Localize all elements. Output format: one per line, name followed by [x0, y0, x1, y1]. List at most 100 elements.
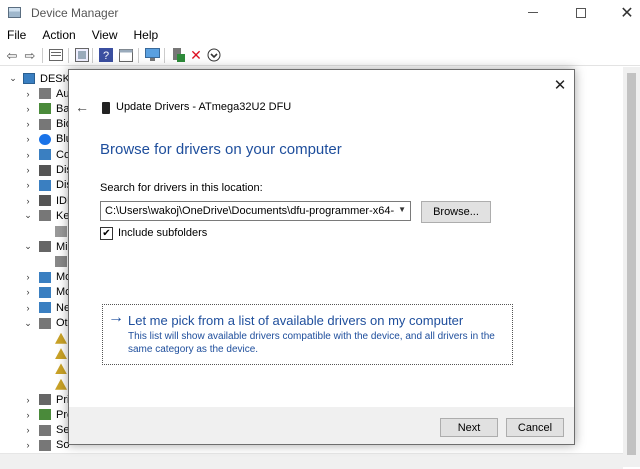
chevron-right-icon[interactable]: ›: [23, 300, 33, 315]
pick-driver-link[interactable]: → Let me pick from a list of available d…: [102, 304, 513, 365]
battery-icon: [39, 103, 51, 115]
chevron-right-icon[interactable]: ›: [23, 117, 33, 132]
close-icon: ✕: [553, 77, 567, 94]
tree-item-label: Mi: [56, 240, 68, 253]
svg-text:?: ?: [103, 50, 109, 62]
chevron-right-icon[interactable]: ›: [23, 438, 33, 453]
processor-icon: [39, 409, 51, 421]
chevron-right-icon[interactable]: ›: [23, 86, 33, 101]
scrollbar-thumb[interactable]: [627, 73, 636, 455]
close-window-button[interactable]: ✕: [604, 0, 640, 25]
show-hidden-icon[interactable]: [74, 47, 90, 63]
dialog-close-button[interactable]: ✕: [551, 76, 569, 94]
toolbar-separator: [92, 48, 93, 63]
dialog-heading: Browse for drivers on your computer: [100, 141, 342, 158]
disable-icon[interactable]: [206, 47, 222, 63]
other-devices-icon: [39, 317, 51, 329]
dialog-title: Update Drivers - ATmega32U2 DFU: [116, 101, 292, 113]
chevron-right-icon[interactable]: ›: [23, 132, 33, 147]
search-location-label: Search for drivers in this location:: [100, 182, 263, 194]
toolbar: ⇦ ⇨ ? ✕: [0, 44, 640, 66]
warning-device-icon: [55, 378, 67, 390]
software-icon: [39, 439, 51, 451]
vertical-scrollbar[interactable]: [623, 67, 640, 467]
checkmark-icon: ✔: [102, 227, 111, 239]
back-arrow-button[interactable]: ←: [74, 99, 90, 115]
include-subfolders-label[interactable]: Include subfolders: [118, 227, 207, 239]
toolbar-separator: [68, 48, 69, 63]
warning-device-icon: [55, 332, 67, 344]
monitor-icon: [39, 286, 51, 298]
computer-icon: [23, 73, 35, 84]
usb-device-icon: [102, 102, 110, 114]
chevron-right-icon[interactable]: ›: [23, 392, 33, 407]
menu-help[interactable]: Help: [126, 28, 167, 42]
maximize-icon: [576, 7, 586, 18]
biometric-icon: [39, 118, 51, 130]
ide-icon: [39, 195, 51, 207]
driver-path-combobox[interactable]: C:\Users\wakoj\OneDrive\Documents\dfu-pr…: [100, 201, 411, 221]
update-drivers-dialog: ✕ ← Update Drivers - ATmega32U2 DFU Brow…: [68, 69, 575, 445]
chevron-right-icon[interactable]: ›: [23, 178, 33, 193]
print-queue-icon: [39, 394, 51, 405]
enable-device-icon[interactable]: [170, 47, 186, 63]
cancel-button[interactable]: Cancel: [506, 418, 564, 437]
pick-driver-link-description: This list will show available drivers co…: [128, 331, 495, 355]
computer-icon: [39, 149, 51, 161]
update-driver-icon[interactable]: [118, 47, 134, 63]
uninstall-icon[interactable]: ✕: [188, 47, 204, 63]
dialog-footer: [69, 407, 574, 444]
chevron-right-icon[interactable]: ›: [23, 163, 33, 178]
driver-path-value: C:\Users\wakoj\OneDrive\Documents\dfu-pr…: [105, 205, 395, 217]
chevron-right-icon[interactable]: ›: [23, 285, 33, 300]
chevron-down-icon[interactable]: ⌄: [8, 71, 18, 86]
menu-bar: File Action View Help: [0, 25, 640, 44]
chevron-down-icon[interactable]: ⌄: [23, 208, 33, 223]
toolbar-separator: [164, 48, 165, 63]
mouse-device-icon: [55, 256, 67, 268]
chevron-down-icon[interactable]: ▼: [398, 205, 406, 214]
chevron-right-icon[interactable]: ›: [23, 193, 33, 208]
mouse-icon: [39, 241, 51, 252]
properties-icon[interactable]: [48, 47, 64, 63]
minimize-icon: [528, 12, 538, 13]
minimize-button[interactable]: [510, 0, 556, 25]
close-icon: ✕: [620, 4, 634, 22]
menu-action[interactable]: Action: [34, 28, 83, 42]
chevron-right-icon[interactable]: ›: [23, 407, 33, 422]
chevron-down-icon[interactable]: ⌄: [23, 239, 33, 254]
scan-hardware-icon[interactable]: [144, 47, 160, 63]
network-icon: [39, 302, 51, 314]
tree-item-label: Ot: [56, 317, 68, 329]
keyboard-icon: [39, 210, 51, 222]
chevron-right-icon[interactable]: ›: [23, 101, 33, 116]
include-subfolders-checkbox[interactable]: ✔: [100, 227, 113, 240]
maximize-button[interactable]: [558, 0, 604, 25]
chevron-right-icon[interactable]: ›: [23, 423, 33, 438]
chevron-right-icon[interactable]: ›: [23, 147, 33, 162]
chevron-right-icon[interactable]: ›: [23, 270, 33, 285]
disk-icon: [39, 164, 51, 176]
bluetooth-icon: [39, 133, 51, 145]
back-icon[interactable]: ⇦: [4, 47, 20, 63]
window-titlebar: Device Manager ✕: [0, 0, 640, 25]
keyboard-device-icon: [55, 225, 67, 237]
chevron-down-icon[interactable]: ⌄: [23, 316, 33, 331]
status-bar: [0, 453, 623, 469]
device-manager-icon: [8, 7, 21, 18]
audio-icon: [39, 88, 51, 99]
menu-view[interactable]: View: [84, 28, 126, 42]
toolbar-separator: [138, 48, 139, 63]
pick-driver-link-title[interactable]: Let me pick from a list of available dri…: [128, 313, 463, 328]
warning-device-icon: [55, 363, 67, 375]
next-button[interactable]: Next: [440, 418, 498, 437]
display-icon: [39, 179, 51, 191]
forward-icon[interactable]: ⇨: [22, 47, 38, 63]
monitor-icon: [39, 271, 51, 283]
security-icon: [39, 424, 51, 436]
toolbar-separator: [42, 48, 43, 63]
help-icon[interactable]: ?: [98, 47, 114, 63]
menu-file[interactable]: File: [0, 28, 34, 42]
arrow-right-icon: →: [108, 309, 124, 326]
browse-button[interactable]: Browse...: [421, 201, 491, 223]
